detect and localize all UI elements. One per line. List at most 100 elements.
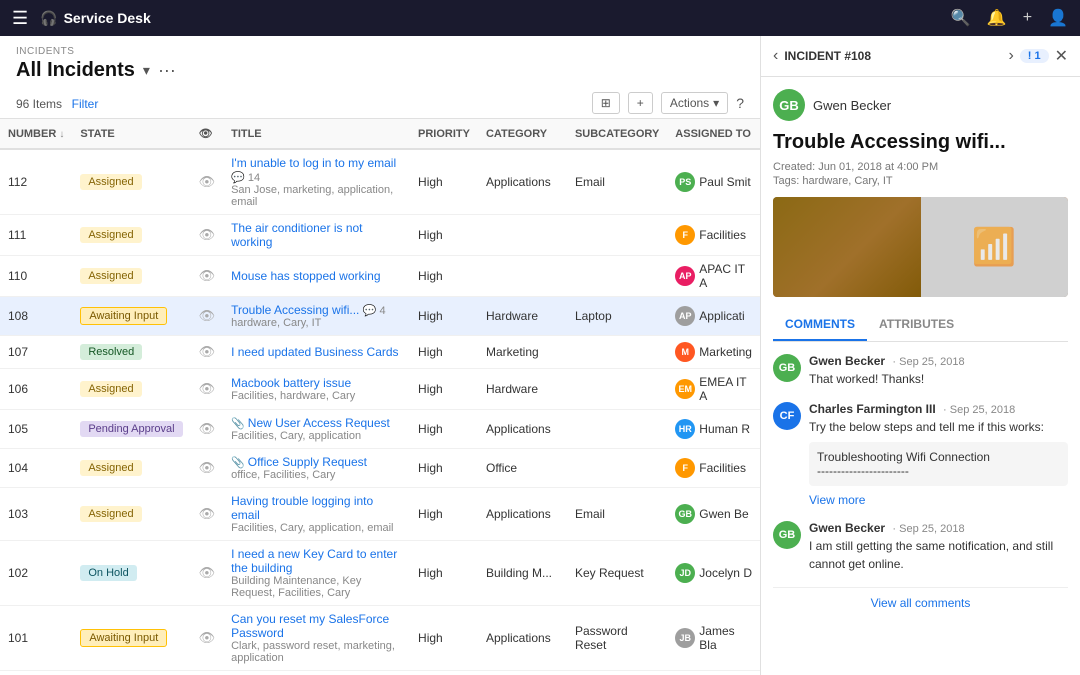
table-header-row: NUMBER ↓ STATE 👁 TITLE PRIORITY CATEGORY… — [0, 119, 760, 149]
assignee-name: EMEA IT A — [699, 375, 752, 403]
title-link[interactable]: Mouse has stopped working — [231, 269, 380, 283]
table-row[interactable]: 107 Resolved 👁 I need updated Business C… — [0, 336, 760, 369]
detail-next-button[interactable]: › — [1008, 47, 1013, 65]
add-button[interactable]: + — [628, 92, 653, 114]
right-panel: ‹ INCIDENT #108 › ! 1 ✕ GB Gwen Becker T… — [760, 36, 1080, 675]
tab-comments[interactable]: COMMENTS — [773, 309, 867, 341]
cell-state: Pending Approval — [72, 410, 190, 449]
cell-category: Hardware — [478, 369, 567, 410]
th-title[interactable]: TITLE — [223, 119, 410, 149]
table-row[interactable]: 104 Assigned 👁 📎Office Supply Request of… — [0, 449, 760, 488]
detail-badge: ! 1 — [1020, 49, 1049, 63]
assignee-avatar: AP — [675, 306, 695, 326]
assignee-name: Paul Smit — [699, 175, 750, 189]
help-button[interactable]: ? — [736, 95, 744, 111]
tab-attributes[interactable]: ATTRIBUTES — [867, 309, 966, 341]
eye-icon: 👁 — [199, 565, 216, 580]
comment-user: Gwen Becker — [809, 521, 885, 535]
grid-view-button[interactable]: ⊞ — [592, 92, 620, 114]
incidents-more-icon[interactable]: ··· — [158, 60, 176, 81]
cell-state: Assigned — [72, 215, 190, 256]
th-subcategory[interactable]: SUBCATEGORY — [567, 119, 667, 149]
table-row[interactable]: 110 Assigned 👁 Mouse has stopped working… — [0, 256, 760, 297]
cell-title: 📎Office Supply Request office, Facilitie… — [223, 449, 410, 488]
table-row[interactable]: 101 Awaiting Input 👁 Can you reset my Sa… — [0, 606, 760, 671]
table-row[interactable]: 108 Awaiting Input 👁 Trouble Accessing w… — [0, 297, 760, 336]
title-link[interactable]: I need a new Key Card to enter the build… — [231, 547, 397, 575]
comment-block: GB Gwen Becker · Sep 25, 2018 That worke… — [773, 354, 1068, 388]
cell-category: Marketing — [478, 336, 567, 369]
cell-state: Assigned — [72, 369, 190, 410]
incidents-table-container: NUMBER ↓ STATE 👁 TITLE PRIORITY CATEGORY… — [0, 119, 760, 675]
table-row[interactable]: 105 Pending Approval 👁 📎New User Access … — [0, 410, 760, 449]
toolbar-right: ⊞ + Actions ▾ ? — [592, 92, 744, 114]
detail-title: Trouble Accessing wifi... — [773, 129, 1068, 155]
comment-content: Charles Farmington III · Sep 25, 2018 Tr… — [809, 402, 1068, 507]
th-state[interactable]: STATE — [72, 119, 190, 149]
title-link[interactable]: New User Access Request — [248, 416, 390, 430]
state-badge: Assigned — [80, 460, 141, 476]
th-category[interactable]: CATEGORY — [478, 119, 567, 149]
title-link[interactable]: Can you reset my SalesForce Password — [231, 612, 389, 640]
cell-title: I'm unable to log in to my email 💬 14 Sa… — [223, 149, 410, 215]
state-badge: Assigned — [80, 174, 141, 190]
detail-body: GB Gwen Becker Trouble Accessing wifi...… — [761, 77, 1080, 675]
detail-user-row: GB Gwen Becker — [773, 89, 1068, 121]
table-row[interactable]: 103 Assigned 👁 Having trouble logging in… — [0, 488, 760, 541]
title-link[interactable]: I'm unable to log in to my email — [231, 156, 396, 170]
table-row[interactable]: 112 Assigned 👁 I'm unable to log in to m… — [0, 149, 760, 215]
comment-text: Try the below steps and tell me if this … — [809, 418, 1068, 436]
table-row[interactable]: 106 Assigned 👁 Macbook battery issue Fac… — [0, 369, 760, 410]
eye-icon: 👁 — [199, 308, 216, 323]
title-link[interactable]: Office Supply Request — [248, 455, 367, 469]
title-sub: Facilities, hardware, Cary — [231, 390, 402, 402]
cell-eye: 👁 — [191, 410, 224, 449]
cell-number: 105 — [0, 410, 72, 449]
cell-category: Applications — [478, 488, 567, 541]
state-badge: Pending Approval — [80, 421, 182, 437]
th-priority[interactable]: PRIORITY — [410, 119, 478, 149]
title-link[interactable]: Having trouble logging into email — [231, 494, 373, 522]
eye-icon: 👁 — [199, 460, 216, 475]
table-row[interactable]: 111 Assigned 👁 The air conditioner is no… — [0, 215, 760, 256]
cell-number: 104 — [0, 449, 72, 488]
comment-content: Gwen Becker · Sep 25, 2018 That worked! … — [809, 354, 1068, 388]
cell-title: Having trouble logging into email Facili… — [223, 488, 410, 541]
detail-prev-button[interactable]: ‹ — [773, 47, 778, 65]
cell-state: Assigned — [72, 256, 190, 297]
assignee-avatar: EM — [675, 379, 695, 399]
title-link[interactable]: Trouble Accessing wifi... — [231, 303, 359, 317]
cell-title: Macbook battery issue Facilities, hardwa… — [223, 369, 410, 410]
actions-button[interactable]: Actions ▾ — [661, 92, 728, 114]
cell-category: Hardware — [478, 297, 567, 336]
hamburger-icon[interactable]: ☰ — [12, 8, 28, 29]
th-assigned[interactable]: ASSIGNED TO — [667, 119, 760, 149]
title-link[interactable]: Macbook battery issue — [231, 376, 351, 390]
table-row[interactable]: 102 On Hold 👁 I need a new Key Card to e… — [0, 541, 760, 606]
add-icon[interactable]: + — [1023, 9, 1032, 27]
top-nav: ☰ 🎧 Service Desk 🔍 🔔 + 👤 — [0, 0, 1080, 36]
search-icon[interactable]: 🔍 — [951, 8, 971, 28]
user-avatar-icon[interactable]: 👤 — [1048, 8, 1068, 28]
filter-link[interactable]: Filter — [72, 97, 99, 111]
table-row[interactable]: 100 Resolved 👁 Website pages not loading… — [0, 671, 760, 675]
th-number[interactable]: NUMBER ↓ — [0, 119, 72, 149]
incidents-dropdown-arrow[interactable]: ▾ — [143, 62, 150, 79]
notification-icon[interactable]: 🔔 — [987, 8, 1007, 28]
view-more-link[interactable]: View more — [809, 493, 865, 507]
comment-avatar: GB — [773, 521, 801, 549]
cell-eye: 👁 — [191, 336, 224, 369]
cell-priority: High — [410, 336, 478, 369]
detail-close-button[interactable]: ✕ — [1055, 46, 1068, 66]
view-all-comments-link[interactable]: View all comments — [773, 587, 1068, 618]
assignee-avatar: HR — [675, 419, 695, 439]
title-link[interactable]: The air conditioner is not working — [231, 221, 362, 249]
eye-icon: 👁 — [199, 268, 216, 283]
cell-category: Applications — [478, 410, 567, 449]
assignee-cell: PS Paul Smit — [675, 172, 752, 192]
comment-user: Charles Farmington III — [809, 402, 936, 416]
cell-priority: High — [410, 215, 478, 256]
cell-state: Assigned — [72, 488, 190, 541]
main-layout: INCIDENTS All Incidents ▾ ··· 96 Items F… — [0, 36, 1080, 675]
title-link[interactable]: I need updated Business Cards — [231, 345, 398, 359]
